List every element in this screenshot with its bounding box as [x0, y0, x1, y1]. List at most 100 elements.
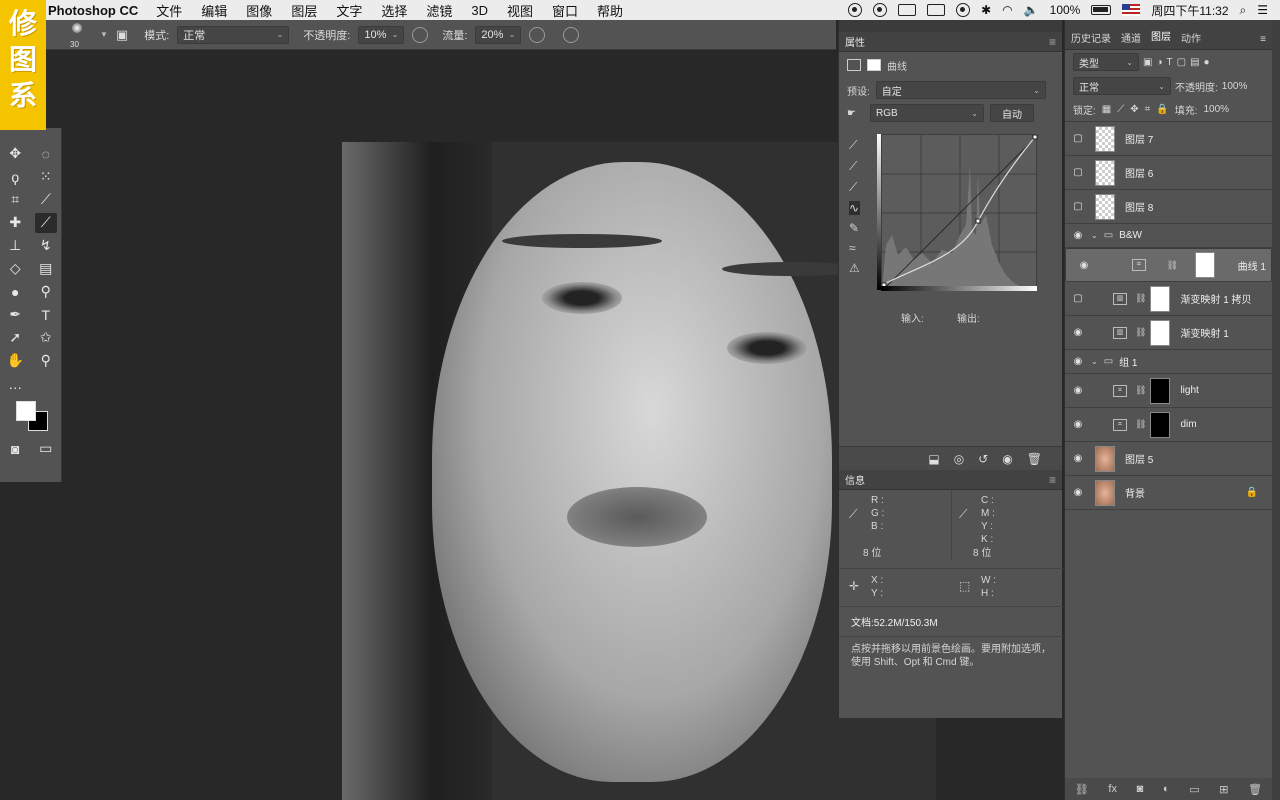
layer-opacity-value[interactable]: 100% [1222, 81, 1248, 92]
tab-properties[interactable]: 属性 [845, 34, 865, 49]
link-icon[interactable]: ⛓ [1167, 260, 1178, 271]
menu-file[interactable]: 文件 [156, 1, 182, 20]
quick-select-tool-icon[interactable]: ⁙ [35, 167, 57, 187]
lock-all-icon[interactable]: 🔒 [1156, 104, 1168, 115]
quick-mask-icon[interactable]: ◙ [4, 439, 26, 459]
airplay-icon[interactable] [927, 4, 946, 16]
eye-icon[interactable]: ◉ [1065, 385, 1091, 396]
new-group-icon[interactable]: ▭ [1189, 783, 1199, 796]
group-row[interactable]: ◉ ⌄ ▭ B&W [1065, 224, 1272, 248]
layer-mask-thumbnail[interactable] [1150, 411, 1171, 438]
visibility-toggle-empty[interactable]: ▢ [1065, 167, 1091, 178]
layer-row[interactable]: ◉ ▥ ⛓ 渐变映射 1 [1065, 316, 1272, 350]
tab-channels[interactable]: 通道 [1121, 30, 1141, 49]
pencil-mode-icon[interactable]: ✎ [849, 221, 860, 235]
airbrush-icon[interactable] [529, 26, 546, 43]
menu-help[interactable]: 帮助 [597, 1, 623, 20]
crop-tool-icon[interactable]: ⌗ [4, 190, 26, 210]
eye-icon[interactable]: ◉ [1065, 453, 1091, 464]
gray-point-eyedropper-icon[interactable]: ⟋ [849, 159, 860, 174]
foreground-color-swatch[interactable] [16, 401, 36, 421]
display-icon[interactable] [898, 4, 917, 16]
app-menu[interactable]: Photoshop CC [48, 3, 138, 18]
battery-icon[interactable] [1091, 5, 1112, 15]
layer-style-icon[interactable]: fx [1108, 783, 1117, 795]
layer-row[interactable]: ▢ ▥ ⛓ 渐变映射 1 拷贝 [1065, 282, 1272, 316]
layer-row[interactable]: ◉ ⌗ ⛓ light [1065, 374, 1272, 408]
black-point-eyedropper-icon[interactable]: ⟋ [849, 138, 860, 153]
eye-icon[interactable]: ◉ [1065, 487, 1091, 498]
filter-smart-icon[interactable]: ▤ [1190, 57, 1199, 68]
cmyk-eyedropper-icon[interactable]: ⟋ [959, 508, 967, 521]
blend-mode-select[interactable]: 正常 ⌄ [1073, 77, 1171, 95]
layer-mask-thumbnail[interactable] [1150, 285, 1171, 312]
eye-icon[interactable]: ◉ [1065, 419, 1091, 430]
layer-row[interactable]: ▢ 图层 6 [1065, 156, 1272, 190]
panel-scrollbar[interactable] [1272, 20, 1280, 800]
layer-row-selected[interactable]: ◉ ⌗ ⛓ 曲线 1 [1065, 248, 1272, 282]
trash-icon[interactable]: 🗑 [1027, 452, 1042, 466]
link-icon[interactable]: ⛓ [1135, 327, 1146, 338]
path-select-tool-icon[interactable]: ➚ [4, 328, 26, 348]
chevron-down-icon[interactable]: ▼ [100, 30, 108, 39]
tab-actions[interactable]: 动作 [1181, 30, 1201, 49]
input-source-flag-icon[interactable] [1122, 4, 1141, 16]
mask-icon[interactable] [867, 59, 881, 71]
layer-row[interactable]: ▢ 图层 7 [1065, 122, 1272, 156]
menu-view[interactable]: 视图 [507, 1, 533, 20]
white-point-eyedropper-icon[interactable]: ⟋ [849, 180, 860, 195]
mode-select[interactable]: 正常 ⌄ [177, 25, 290, 44]
channel-select[interactable]: RGB ⌄ [869, 104, 984, 122]
gradient-tool-icon[interactable]: ▤ [35, 259, 57, 279]
marquee-tool-icon[interactable]: ◌ [35, 144, 57, 164]
link-layers-icon[interactable]: ⛓ [1075, 783, 1089, 796]
view-previous-icon[interactable]: ◎ [954, 452, 964, 466]
visibility-toggle-empty[interactable]: ▢ [1065, 293, 1091, 304]
filter-pixel-icon[interactable]: ▣ [1143, 57, 1152, 68]
visibility-icon[interactable]: ◉ [1002, 452, 1012, 466]
tab-layers[interactable]: 图层 [1151, 28, 1171, 49]
blur-tool-icon[interactable]: ● [4, 282, 26, 302]
lasso-tool-icon[interactable]: ϙ [4, 167, 26, 187]
bluetooth-icon[interactable]: ✱ [981, 3, 991, 17]
volume-icon[interactable]: 🔈 [1024, 3, 1039, 17]
menu-edit[interactable]: 编辑 [201, 1, 227, 20]
smooth-curve-icon[interactable]: ≈ [849, 241, 860, 255]
panel-menu-icon[interactable]: ≡ [1049, 35, 1056, 49]
link-icon[interactable]: ⛓ [1135, 293, 1146, 304]
preset-select[interactable]: 自定 ⌄ [875, 81, 1046, 99]
creative-cloud-icon[interactable] [873, 3, 888, 17]
more-tools-icon[interactable]: … [4, 374, 26, 394]
menu-type[interactable]: 文字 [336, 1, 362, 20]
brush-preset-picker[interactable]: 30 [62, 21, 92, 49]
record-icon[interactable] [848, 3, 863, 17]
eyedropper-tool-icon[interactable]: ⟋ [35, 190, 57, 210]
lock-artboard-icon[interactable]: ⌗ [1145, 104, 1151, 115]
fill-value[interactable]: 100% [1204, 104, 1230, 115]
chevron-down-icon[interactable]: ⌄ [1091, 357, 1098, 366]
panel-menu-icon[interactable]: ≡ [1049, 473, 1056, 487]
visibility-toggle-empty[interactable]: ▢ [1065, 133, 1091, 144]
filter-shape-icon[interactable]: ▢ [1177, 57, 1186, 68]
curves-graph[interactable] [881, 134, 1039, 292]
wifi-icon[interactable]: ◠ [1002, 3, 1012, 17]
clock[interactable]: 周四下午11:32 [1151, 2, 1228, 19]
eraser-tool-icon[interactable]: ◇ [4, 259, 26, 279]
chevron-down-icon[interactable]: ⌄ [1091, 231, 1098, 240]
move-tool-icon[interactable]: ✥ [4, 144, 26, 164]
dodge-tool-icon[interactable]: ⚲ [35, 282, 57, 302]
brush-tool-icon[interactable]: ⟋ [34, 212, 57, 233]
add-mask-icon[interactable]: ◙ [1137, 783, 1144, 795]
eye-icon[interactable]: ◉ [1071, 260, 1097, 271]
hand-tool-icon[interactable]: ✋ [4, 351, 26, 371]
menu-select[interactable]: 选择 [381, 1, 407, 20]
layer-row[interactable]: ◉ 背景 🔒 [1065, 476, 1272, 510]
layer-row[interactable]: ▢ 图层 8 [1065, 190, 1272, 224]
time-machine-icon[interactable] [956, 3, 971, 17]
tab-info[interactable]: 信息 [845, 472, 865, 487]
pressure-size-icon[interactable] [563, 26, 580, 43]
opacity-input[interactable]: 10% ⌄ [358, 25, 405, 44]
filter-adjust-icon[interactable]: ◑ [1156, 57, 1162, 68]
menu-3d[interactable]: 3D [471, 3, 488, 18]
menu-window[interactable]: 窗口 [552, 1, 578, 20]
